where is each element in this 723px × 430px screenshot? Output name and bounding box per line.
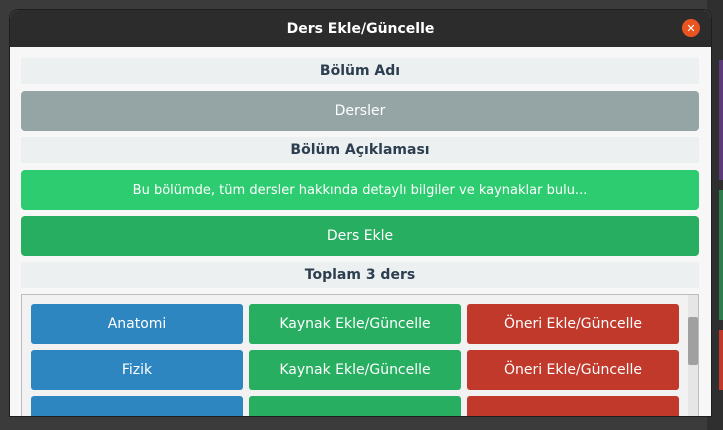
section-name-label: Bölüm Adı bbox=[21, 58, 699, 84]
suggestion-edit-button[interactable] bbox=[467, 396, 679, 416]
section-name-field[interactable]: Dersler bbox=[21, 91, 699, 131]
resource-edit-button[interactable]: Kaynak Ekle/Güncelle bbox=[249, 350, 461, 390]
close-icon: ✕ bbox=[686, 21, 696, 35]
dialog-window: Ders Ekle/Güncelle ✕ Bölüm Adı Dersler B… bbox=[10, 10, 711, 416]
course-button[interactable]: Fizik bbox=[31, 350, 243, 390]
section-description-field[interactable]: Bu bölümde, tüm dersler hakkında detaylı… bbox=[21, 170, 699, 210]
suggestion-edit-button[interactable]: Öneri Ekle/Güncelle bbox=[467, 350, 679, 390]
vertical-scrollbar[interactable] bbox=[688, 295, 698, 416]
resource-edit-button[interactable] bbox=[249, 396, 461, 416]
desktop-accent-green bbox=[719, 190, 723, 320]
title-bar: Ders Ekle/Güncelle ✕ bbox=[10, 10, 711, 47]
course-list[interactable]: Anatomi Kaynak Ekle/Güncelle Öneri Ekle/… bbox=[21, 294, 699, 416]
scrollbar-thumb[interactable] bbox=[688, 317, 698, 365]
section-description-label: Bölüm Açıklaması bbox=[21, 137, 699, 163]
close-button[interactable]: ✕ bbox=[682, 19, 700, 37]
course-row: Fizik Kaynak Ekle/Güncelle Öneri Ekle/Gü… bbox=[31, 350, 681, 390]
desktop-accent-red bbox=[719, 330, 723, 390]
total-courses-label: Toplam 3 ders bbox=[21, 262, 699, 288]
window-title: Ders Ekle/Güncelle bbox=[286, 20, 435, 37]
resource-edit-button[interactable]: Kaynak Ekle/Güncelle bbox=[249, 304, 461, 344]
add-course-button[interactable]: Ders Ekle bbox=[21, 216, 699, 256]
course-row bbox=[31, 396, 681, 416]
suggestion-edit-button[interactable]: Öneri Ekle/Güncelle bbox=[467, 304, 679, 344]
course-button[interactable]: Anatomi bbox=[31, 304, 243, 344]
desktop-accent-purple bbox=[719, 60, 723, 180]
course-row: Anatomi Kaynak Ekle/Güncelle Öneri Ekle/… bbox=[31, 304, 681, 344]
course-button[interactable] bbox=[31, 396, 243, 416]
dialog-content: Bölüm Adı Dersler Bölüm Açıklaması Bu bö… bbox=[10, 47, 711, 416]
